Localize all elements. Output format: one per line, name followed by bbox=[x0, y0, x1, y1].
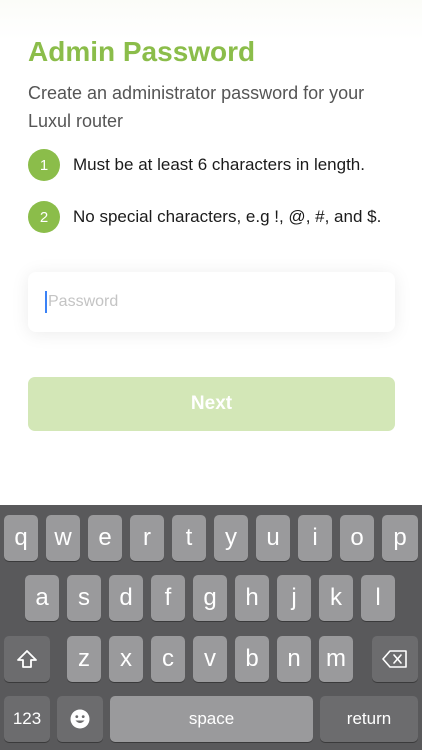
shift-key[interactable] bbox=[4, 636, 50, 682]
numbers-key[interactable]: 123 bbox=[4, 696, 50, 742]
key-j[interactable]: j bbox=[277, 575, 311, 621]
key-p[interactable]: p bbox=[382, 515, 418, 561]
backspace-icon bbox=[382, 650, 408, 668]
text-cursor bbox=[45, 291, 47, 313]
requirement-number-badge: 2 bbox=[28, 201, 60, 233]
emoji-icon bbox=[69, 708, 91, 730]
key-e[interactable]: e bbox=[88, 515, 122, 561]
key-d[interactable]: d bbox=[109, 575, 143, 621]
key-i[interactable]: i bbox=[298, 515, 332, 561]
key-b[interactable]: b bbox=[235, 636, 269, 682]
key-v[interactable]: v bbox=[193, 636, 227, 682]
key-w[interactable]: w bbox=[46, 515, 80, 561]
return-key[interactable]: return bbox=[320, 696, 418, 742]
key-l[interactable]: l bbox=[361, 575, 395, 621]
password-input[interactable] bbox=[48, 293, 368, 311]
key-c[interactable]: c bbox=[151, 636, 185, 682]
key-g[interactable]: g bbox=[193, 575, 227, 621]
key-o[interactable]: o bbox=[340, 515, 374, 561]
key-k[interactable]: k bbox=[319, 575, 353, 621]
key-z[interactable]: z bbox=[67, 636, 101, 682]
delete-key[interactable] bbox=[372, 636, 418, 682]
key-r[interactable]: r bbox=[130, 515, 164, 561]
requirement-text: No special characters, e.g !, @, #, and … bbox=[73, 207, 382, 226]
key-q[interactable]: q bbox=[4, 515, 38, 561]
key-y[interactable]: y bbox=[214, 515, 248, 561]
key-h[interactable]: h bbox=[235, 575, 269, 621]
key-a[interactable]: a bbox=[25, 575, 59, 621]
next-button[interactable]: Next bbox=[28, 377, 395, 431]
key-f[interactable]: f bbox=[151, 575, 185, 621]
password-field[interactable] bbox=[28, 272, 395, 332]
key-n[interactable]: n bbox=[277, 636, 311, 682]
onscreen-keyboard: q w e r t y u i o p a s d f g h j k l z … bbox=[0, 505, 422, 750]
emoji-key[interactable] bbox=[57, 696, 103, 742]
page-subtitle: Create an administrator password for you… bbox=[28, 83, 365, 131]
requirement-number-badge: 1 bbox=[28, 149, 60, 181]
key-s[interactable]: s bbox=[67, 575, 101, 621]
shift-icon bbox=[16, 649, 38, 669]
key-u[interactable]: u bbox=[256, 515, 290, 561]
key-m[interactable]: m bbox=[319, 636, 353, 682]
space-key[interactable]: space bbox=[110, 696, 313, 742]
requirement-item: 1 Must be at least 6 characters in lengt… bbox=[28, 149, 365, 181]
page-title: Admin Password bbox=[28, 36, 256, 67]
key-x[interactable]: x bbox=[109, 636, 143, 682]
requirement-item: 2 No special characters, e.g !, @, #, an… bbox=[28, 201, 381, 233]
key-t[interactable]: t bbox=[172, 515, 206, 561]
requirement-text: Must be at least 6 characters in length. bbox=[73, 155, 365, 174]
